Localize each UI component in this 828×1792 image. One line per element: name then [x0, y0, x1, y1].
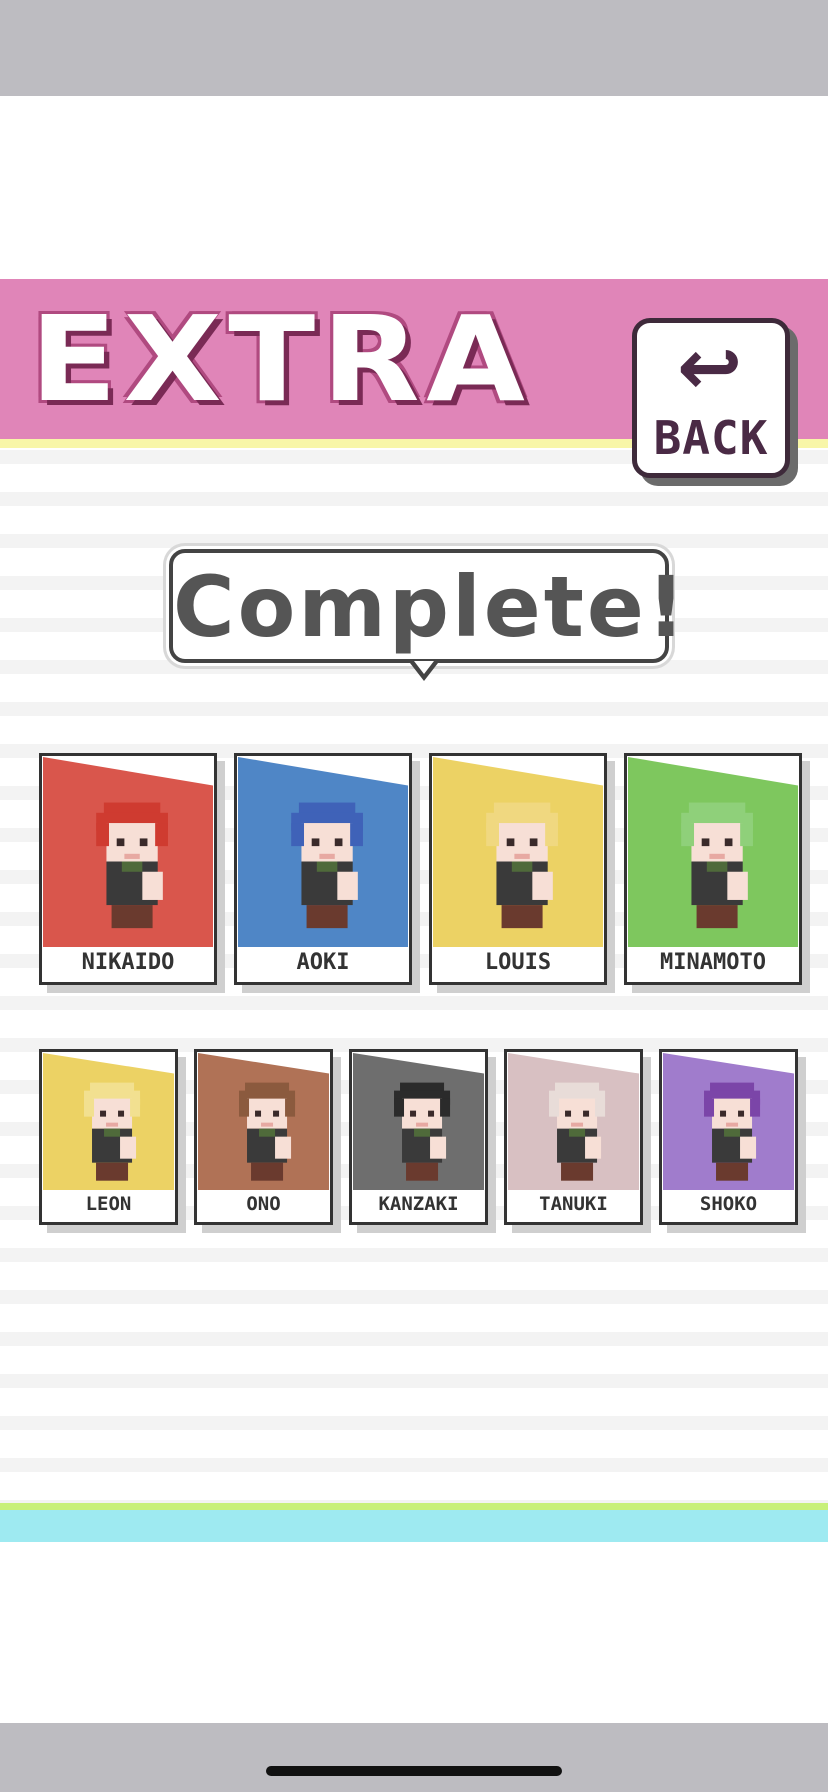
- character-portrait: [508, 1053, 639, 1190]
- character-portrait: [198, 1053, 329, 1190]
- bottom-bar: [0, 1723, 828, 1792]
- character-card-louis[interactable]: LOUIS: [429, 753, 615, 993]
- character-name: KANZAKI: [378, 1193, 459, 1215]
- character-portrait: [628, 757, 798, 947]
- character-card-minamoto[interactable]: MINAMOTO: [624, 753, 810, 993]
- footer-cyan-band: [0, 1510, 828, 1542]
- character-sprite-icon: [681, 802, 753, 929]
- back-button[interactable]: ↩ BACK: [632, 318, 790, 478]
- status-bar: [0, 0, 828, 96]
- complete-speech-bubble: Complete!: [169, 549, 689, 663]
- character-card-ono[interactable]: ONO: [194, 1049, 341, 1233]
- character-portrait: [43, 757, 213, 947]
- character-portrait: [433, 757, 603, 947]
- back-button-label: BACK: [653, 411, 769, 465]
- character-sprite-icon: [96, 802, 168, 929]
- character-card-aoki[interactable]: AOKI: [234, 753, 420, 993]
- character-name: NIKAIDO: [81, 950, 175, 975]
- character-sprite-icon: [291, 802, 363, 929]
- character-sprite-icon: [84, 1082, 141, 1181]
- character-sprite-icon: [549, 1082, 606, 1181]
- character-portrait: [663, 1053, 794, 1190]
- complete-text: Complete!: [173, 558, 689, 656]
- home-indicator[interactable]: [266, 1766, 562, 1776]
- character-name: LOUIS: [484, 950, 552, 975]
- character-name: MINAMOTO: [660, 950, 766, 975]
- character-name: ONO: [246, 1193, 281, 1215]
- return-arrow-icon: ↩: [677, 323, 743, 413]
- character-card-kanzaki[interactable]: KANZAKI: [349, 1049, 496, 1233]
- character-sprite-icon: [394, 1082, 451, 1181]
- character-portrait: [43, 1053, 174, 1190]
- footer-green-line: [0, 1503, 828, 1510]
- character-name: AOKI: [296, 950, 350, 975]
- character-card-shoko[interactable]: SHOKO: [659, 1049, 806, 1233]
- character-sprite-icon: [704, 1082, 761, 1181]
- page-title: EXTRA: [30, 290, 532, 428]
- character-card-nikaido[interactable]: NIKAIDO: [39, 753, 225, 993]
- character-portrait: [353, 1053, 484, 1190]
- character-card-tanuki[interactable]: TANUKI: [504, 1049, 651, 1233]
- character-portrait: [238, 757, 408, 947]
- character-card-leon[interactable]: LEON: [39, 1049, 186, 1233]
- character-name: TANUKI: [539, 1193, 608, 1215]
- character-sprite-icon: [239, 1082, 296, 1181]
- character-name: LEON: [85, 1193, 132, 1215]
- character-name: SHOKO: [699, 1193, 758, 1215]
- character-sprite-icon: [486, 802, 558, 929]
